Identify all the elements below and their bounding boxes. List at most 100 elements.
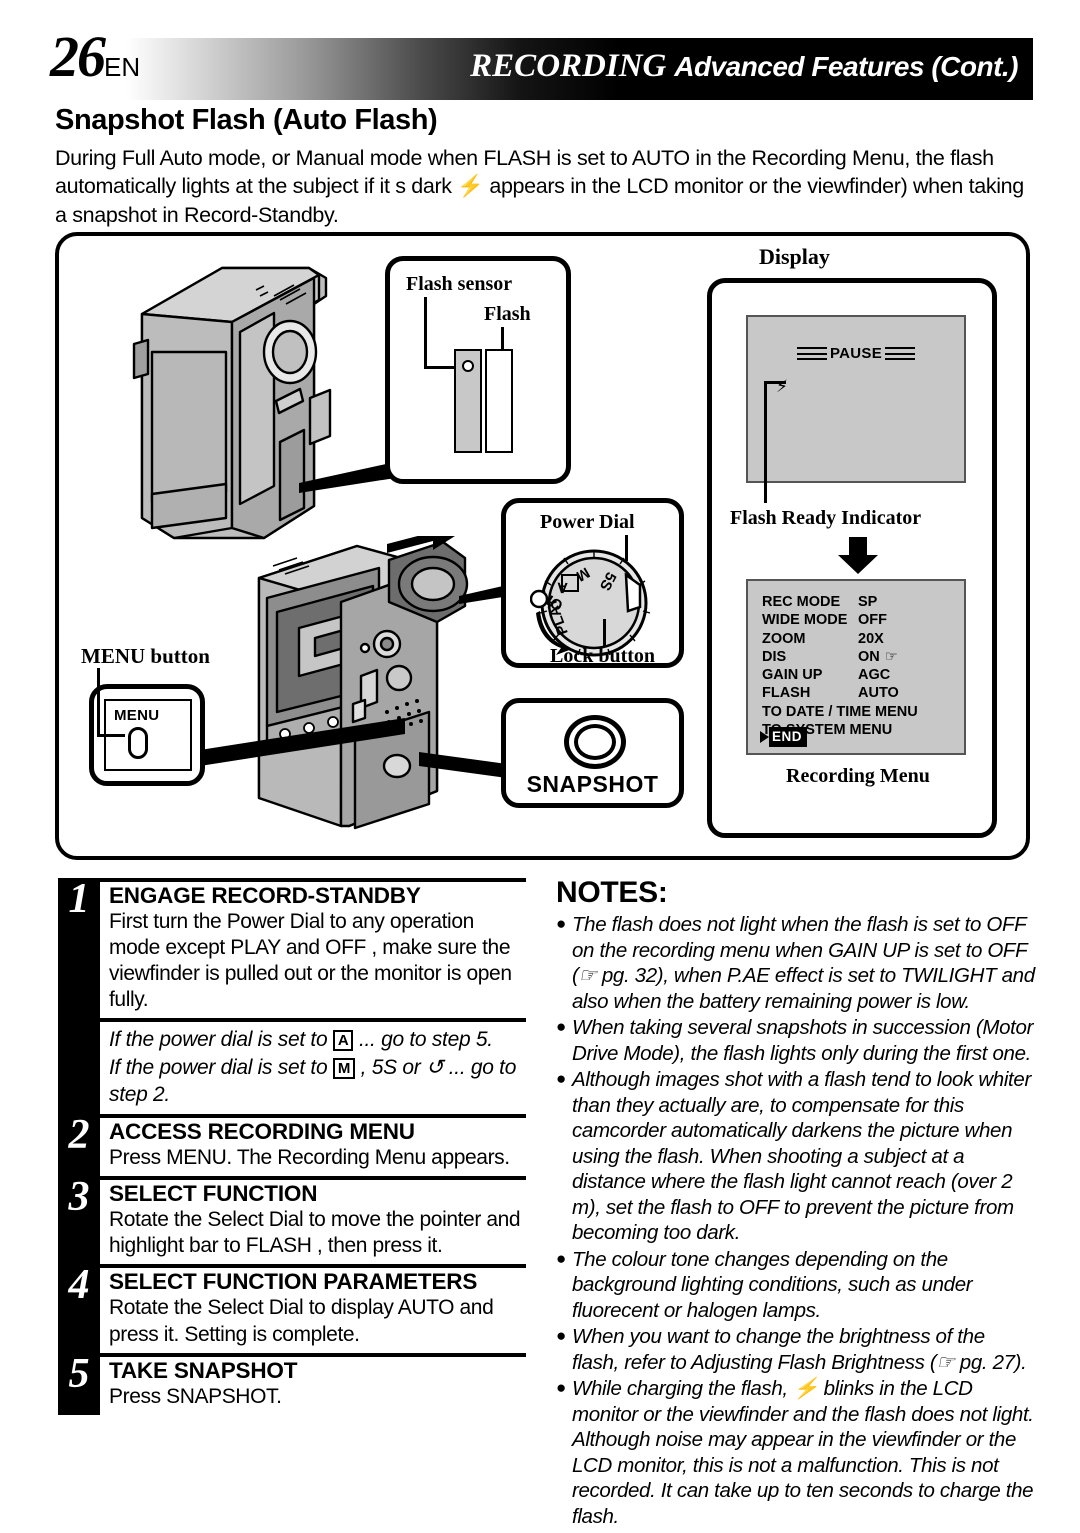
note-text: Although images shot with a flash tend t…: [572, 1068, 1031, 1245]
snapshot-callout-label: SNAPSHOT: [526, 771, 659, 797]
page-language: EN: [104, 52, 141, 82]
step-title: ACCESS RECORDING MENU: [109, 1119, 415, 1145]
flash-lamp-body: [485, 349, 513, 453]
flash-ready-indicator-label: Flash Ready Indicator: [730, 507, 922, 529]
menu-row: FLASH AUTO: [762, 684, 964, 702]
dial-icon-manual: M: [332, 1057, 356, 1079]
menu-pointer-icon: [760, 731, 769, 743]
bullet-icon: ●: [556, 1017, 566, 1037]
menu-row: WIDE MODE OFF: [762, 611, 964, 629]
bullet-icon: ●: [556, 1248, 566, 1268]
step-number: 4: [58, 1264, 100, 1353]
bullet-icon: ●: [556, 914, 566, 933]
menu-key: GAIN UP: [762, 667, 823, 684]
step-number: 1: [58, 878, 100, 1019]
steps-list: 1 ENGAGE RECORD-STANDBY First turn the P…: [58, 878, 526, 1415]
header-title-main: RECORDING: [470, 48, 667, 84]
note-item: ● While charging the flash, ⚡ blinks in …: [556, 1376, 1036, 1529]
menu-end-label: END: [769, 727, 808, 747]
menu-row: ZOOM 20X: [762, 630, 964, 648]
subnote-line-1: If the power dial is set to A ... go to …: [109, 1026, 526, 1053]
menu-key: REC MODE: [762, 594, 841, 610]
lock-button-label: Lock button: [550, 645, 656, 667]
subnote-1-pre: If the power dial is set to: [109, 1028, 333, 1052]
step-number: 3: [58, 1176, 100, 1265]
header-title-sub: Advanced Features (Cont.): [674, 51, 1018, 82]
pause-indicator: PAUSE: [748, 345, 964, 362]
pause-text: PAUSE: [829, 345, 883, 362]
note-item: ● When you want to change the brightness…: [556, 1324, 1036, 1375]
menu-row: TO DATE / TIME MENU: [762, 703, 918, 720]
note-text: The colour tone changes depending on the…: [572, 1247, 973, 1322]
menu-value: 20X: [858, 630, 884, 647]
subnote-line-2: If the power dial is set to M , 5S or ↺ …: [109, 1054, 526, 1109]
step-number: 2: [58, 1114, 100, 1177]
recording-menu-screen: REC MODE SP WIDE MODE OFF ZOOM 20X DIS O…: [746, 579, 966, 755]
step-title: ENGAGE RECORD-STANDBY: [109, 883, 421, 908]
menu-value: OFF: [858, 612, 887, 629]
step-item-2: 2 ACCESS RECORDING MENU Press MENU. The …: [58, 1114, 526, 1177]
leader-wedge-snapshot: [419, 752, 507, 778]
step-item-4: 4 SELECT FUNCTION PARAMETERS Rotate the …: [58, 1264, 526, 1353]
menu-value: SP: [858, 594, 878, 610]
step-item-3: 3 SELECT FUNCTION Rotate the Select Dial…: [58, 1176, 526, 1265]
flash-label: Flash: [484, 303, 531, 325]
flash-callout-box: Flash sensor Flash: [385, 256, 571, 484]
note-item: ● Although images shot with a flash tend…: [556, 1067, 1036, 1246]
recording-menu-caption: Recording Menu: [786, 765, 930, 787]
menu-row: DIS ON ☞: [762, 648, 964, 666]
menu-key: ZOOM: [762, 630, 806, 647]
notes-section: NOTES: ● The flash does not light when t…: [556, 876, 1036, 1530]
pause-lines-right-icon: [885, 347, 916, 360]
step-number: 5: [58, 1353, 100, 1415]
note-text: The flash does not light when the flash …: [572, 913, 1035, 1013]
note-item: ● The flash does not light when the flas…: [556, 912, 1036, 1014]
menu-end-item: END: [760, 727, 808, 747]
note-text: While charging the flash, ⚡ blinks in th…: [572, 1377, 1034, 1528]
bullet-icon: ●: [556, 1069, 566, 1089]
display-panel-title: Display: [759, 244, 830, 269]
lock-button-leader: [603, 619, 606, 647]
step-subnote: . If the power dial is set to A ... go t…: [58, 1018, 526, 1115]
bullet-icon: ●: [556, 1378, 566, 1398]
section-intro-text: During Full Auto mode, or Manual mode wh…: [55, 146, 1024, 227]
menu-row: GAIN UP AGC: [762, 666, 964, 684]
menu-value: AGC: [858, 667, 891, 684]
menu-button-key-icon: [128, 727, 148, 759]
note-text: When you want to change the brightness o…: [572, 1325, 1027, 1374]
menu-key: FLASH: [762, 685, 811, 702]
step-title: TAKE SNAPSHOT: [109, 1357, 298, 1383]
down-arrow-icon: [838, 537, 878, 574]
menu-value: ON: [858, 648, 880, 665]
menu-button-label: MENU button: [81, 644, 210, 668]
step-item-1: 1 ENGAGE RECORD-STANDBY First turn the P…: [58, 878, 526, 1019]
snapshot-button-inner-icon: [574, 724, 616, 760]
step-title: SELECT FUNCTION PARAMETERS: [109, 1269, 478, 1295]
camcorder-front-illustration: [132, 266, 332, 540]
pause-lines-left-icon: [796, 347, 827, 360]
menu-button-text: MENU: [114, 707, 160, 724]
menu-row: REC MODE SP: [762, 593, 964, 611]
menu-value: AUTO: [858, 685, 899, 702]
menu-key: DIS: [762, 648, 787, 665]
sensor-leader-vertical: [424, 297, 427, 369]
dial-icon-auto: A: [332, 1030, 354, 1052]
step-item-5: 5 TAKE SNAPSHOT Press SNAPSHOT.: [58, 1353, 526, 1415]
lcd-preview: PAUSE ⚡: [746, 315, 966, 483]
menu-label-leader-vertical: [97, 668, 100, 736]
menu-label-leader-horizontal: [97, 734, 125, 737]
step-number-spacer: .: [58, 1018, 100, 1115]
step-text: Rotate the Select Dial to display AUTO a…: [109, 1296, 494, 1346]
snapshot-callout-box: SNAPSHOT: [501, 698, 684, 808]
section-title: Snapshot Flash (Auto Flash): [55, 104, 438, 136]
flash-indicator-leader-horizontal: [764, 381, 786, 384]
flash-ready-bolt-icon: ⚡: [776, 377, 788, 397]
page-number-value: 26: [50, 24, 106, 89]
step-text: Press SNAPSHOT.: [109, 1384, 282, 1408]
subnote-1-post: ... go to step 5.: [353, 1028, 493, 1052]
flash-indicator-leader-vertical: [764, 381, 767, 503]
note-item: ● When taking several snapshots in succe…: [556, 1015, 1036, 1066]
note-item: ● The colour tone changes depending on t…: [556, 1247, 1036, 1324]
page-number: 26EN: [50, 28, 140, 86]
leader-wedge-menu: [187, 718, 405, 768]
